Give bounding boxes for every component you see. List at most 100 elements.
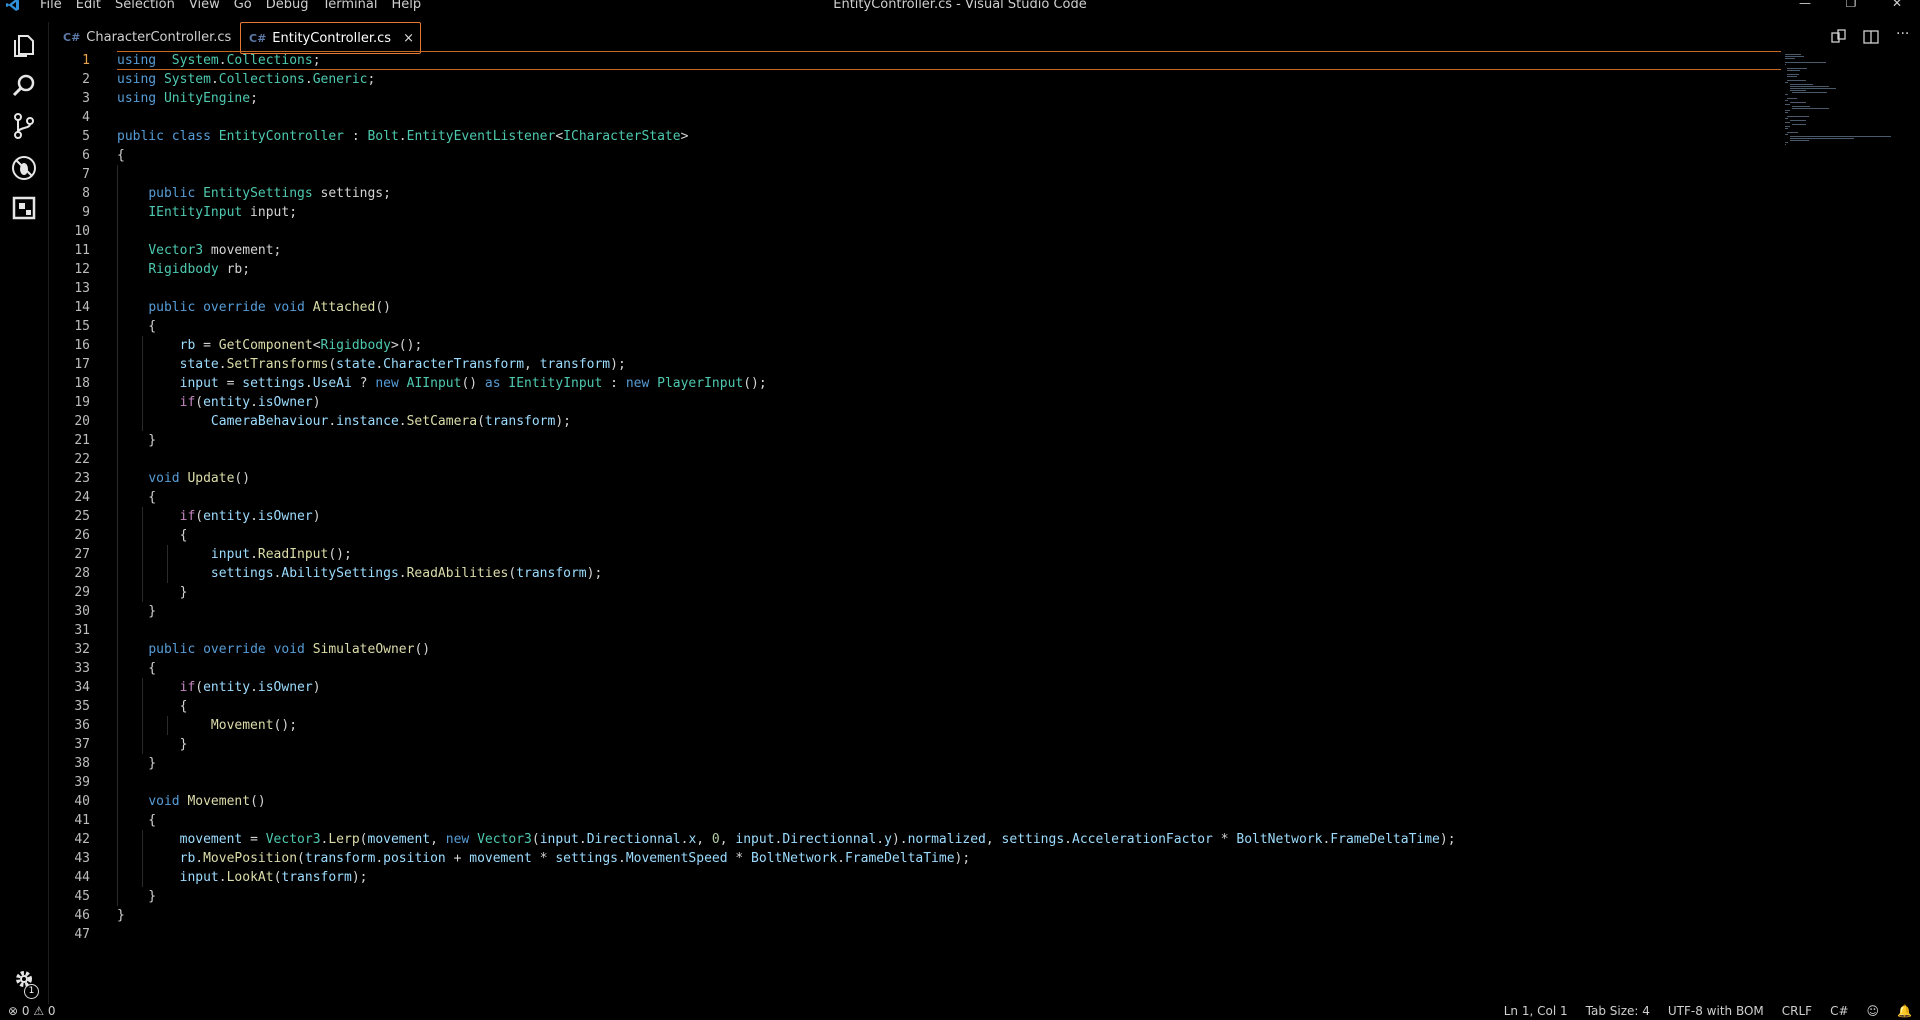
code-token: using xyxy=(117,53,157,68)
code-line[interactable]: 27 input.ReadInput(); xyxy=(49,545,1781,564)
code-token: > xyxy=(680,129,689,144)
code-line[interactable]: 31 xyxy=(49,621,1781,640)
line-number: 4 xyxy=(82,110,90,125)
minimap-line xyxy=(1787,70,1800,71)
feedback-icon[interactable]: ☺ xyxy=(1867,1004,1880,1018)
code-line[interactable]: 35 { xyxy=(49,697,1781,716)
code-line[interactable]: 13 xyxy=(49,279,1781,298)
minimap-line xyxy=(1785,142,1788,143)
code-line[interactable]: 30 } xyxy=(49,602,1781,621)
search-icon[interactable] xyxy=(10,72,38,100)
code-line[interactable]: 43 rb.MovePosition(transform.position + … xyxy=(49,849,1781,868)
tab-size[interactable]: Tab Size: 4 xyxy=(1586,1004,1650,1018)
code-line[interactable]: 36 Movement(); xyxy=(49,716,1781,735)
tab-close-icon[interactable]: × xyxy=(403,31,414,46)
tab-charactercontroller[interactable]: C# CharacterController.cs xyxy=(63,22,231,52)
line-number: 14 xyxy=(74,300,90,315)
code-line[interactable]: 17 state.SetTransforms(state.CharacterTr… xyxy=(49,355,1781,374)
debug-icon[interactable] xyxy=(10,154,38,182)
more-icon[interactable]: ··· xyxy=(1896,26,1909,42)
code-line[interactable]: 23 void Update() xyxy=(49,469,1781,488)
code-line[interactable]: 47 xyxy=(49,925,1781,944)
code-token: Vector3 xyxy=(265,832,321,847)
source-control-icon[interactable] xyxy=(10,112,38,140)
code-line[interactable]: 44 input.LookAt(transform); xyxy=(49,868,1781,887)
code-line[interactable]: 39 xyxy=(49,773,1781,792)
code-line[interactable]: 11 Vector3 movement; xyxy=(49,241,1781,260)
code-line[interactable]: 42 movement = Vector3.Lerp(movement, new… xyxy=(49,830,1781,849)
line-ending[interactable]: CRLF xyxy=(1782,1004,1812,1018)
code-line[interactable]: 12 Rigidbody rb; xyxy=(49,260,1781,279)
split-editor-icon[interactable] xyxy=(1862,28,1880,46)
code-line[interactable]: 46} xyxy=(49,906,1781,925)
code-line[interactable]: 28 settings.AbilitySettings.ReadAbilitie… xyxy=(49,564,1781,583)
code-line[interactable]: 45 } xyxy=(49,887,1781,906)
code-token: = xyxy=(218,376,243,391)
minimize-icon[interactable]: — xyxy=(1782,0,1828,10)
code-line[interactable]: 7 xyxy=(49,165,1781,184)
code-token: void xyxy=(148,471,180,486)
code-line[interactable]: 8 public EntitySettings settings; xyxy=(49,184,1781,203)
code-line[interactable]: 41 { xyxy=(49,811,1781,830)
code-token: ( xyxy=(359,832,368,847)
code-line[interactable]: 19 if(entity.isOwner) xyxy=(49,393,1781,412)
code-token: SetTransforms xyxy=(226,357,329,372)
minimap-line xyxy=(1790,88,1836,89)
code-token: public xyxy=(148,300,196,315)
code-token: ? xyxy=(351,376,376,391)
code-line[interactable]: 16 rb = GetComponent<Rigidbody>(); xyxy=(49,336,1781,355)
code-line[interactable]: 3 using UnityEngine; xyxy=(49,89,1781,108)
code-line[interactable]: 29 } xyxy=(49,583,1781,602)
code-line[interactable]: 25 if(entity.isOwner) xyxy=(49,507,1781,526)
cursor-position[interactable]: Ln 1, Col 1 xyxy=(1504,1004,1568,1018)
code-line[interactable]: 40 void Movement() xyxy=(49,792,1781,811)
code-line[interactable]: 33 { xyxy=(49,659,1781,678)
code-token: IEntityInput xyxy=(508,376,603,391)
code-token: = xyxy=(195,338,219,353)
code-token: settings xyxy=(555,851,618,866)
minimap[interactable] xyxy=(1785,54,1905,154)
code-token: FrameDeltaTime xyxy=(1330,832,1440,847)
code-line[interactable]: 32 public override void SimulateOwner() xyxy=(49,640,1781,659)
restore-icon[interactable]: ❐ xyxy=(1828,0,1874,10)
code-line[interactable]: 4 xyxy=(49,108,1781,127)
code-line[interactable]: 2 using System.Collections.Generic; xyxy=(49,70,1781,89)
language-mode[interactable]: C# xyxy=(1830,1004,1848,1018)
code-line[interactable]: 21 } xyxy=(49,431,1781,450)
code-line[interactable]: 6{ xyxy=(49,146,1781,165)
code-line[interactable]: 1 using System.Collections; xyxy=(49,51,1781,70)
extensions-icon[interactable] xyxy=(10,194,38,222)
problems-indicator[interactable]: ⊗ 0 ⚠ 0 xyxy=(8,1004,56,1018)
code-line[interactable]: 38 } xyxy=(49,754,1781,773)
code-token: () xyxy=(461,376,485,391)
notifications-icon[interactable]: 🔔 xyxy=(1897,1004,1912,1018)
code-line[interactable]: 26 { xyxy=(49,526,1781,545)
code-token: , xyxy=(719,832,736,847)
code-text: { xyxy=(117,659,156,678)
code-line[interactable]: 34 if(entity.isOwner) xyxy=(49,678,1781,697)
code-line[interactable]: 15 { xyxy=(49,317,1781,336)
encoding[interactable]: UTF-8 with BOM xyxy=(1668,1004,1764,1018)
code-line[interactable]: 20 CameraBehaviour.instance.SetCamera(tr… xyxy=(49,412,1781,431)
explorer-icon[interactable] xyxy=(10,32,38,60)
code-line[interactable]: 37 } xyxy=(49,735,1781,754)
code-line[interactable]: 18 input = settings.UseAi ? new AIInput(… xyxy=(49,374,1781,393)
code-line[interactable]: 10 xyxy=(49,222,1781,241)
code-token: . xyxy=(617,851,626,866)
code-line[interactable]: 9 IEntityInput input; xyxy=(49,203,1781,222)
code-line[interactable]: 24 { xyxy=(49,488,1781,507)
code-text: Rigidbody rb; xyxy=(117,260,250,279)
code-token: transform xyxy=(539,357,611,372)
code-line[interactable]: 14 public override void Attached() xyxy=(49,298,1781,317)
code-token: void xyxy=(273,300,305,315)
code-line[interactable]: 22 xyxy=(49,450,1781,469)
code-editor[interactable]: 1 using System.Collections; 2 using System.… xyxy=(49,51,1781,1004)
close-window-icon[interactable]: ✕ xyxy=(1874,0,1920,10)
code-token: . xyxy=(837,851,845,866)
code-text: { xyxy=(117,146,125,165)
tab-entitycontroller[interactable]: C# EntityController.cs × xyxy=(240,22,421,54)
compare-icon[interactable] xyxy=(1830,28,1848,46)
code-line[interactable]: 5 public class EntityController : Bolt.En… xyxy=(49,127,1781,146)
minimap-line xyxy=(1787,80,1806,81)
